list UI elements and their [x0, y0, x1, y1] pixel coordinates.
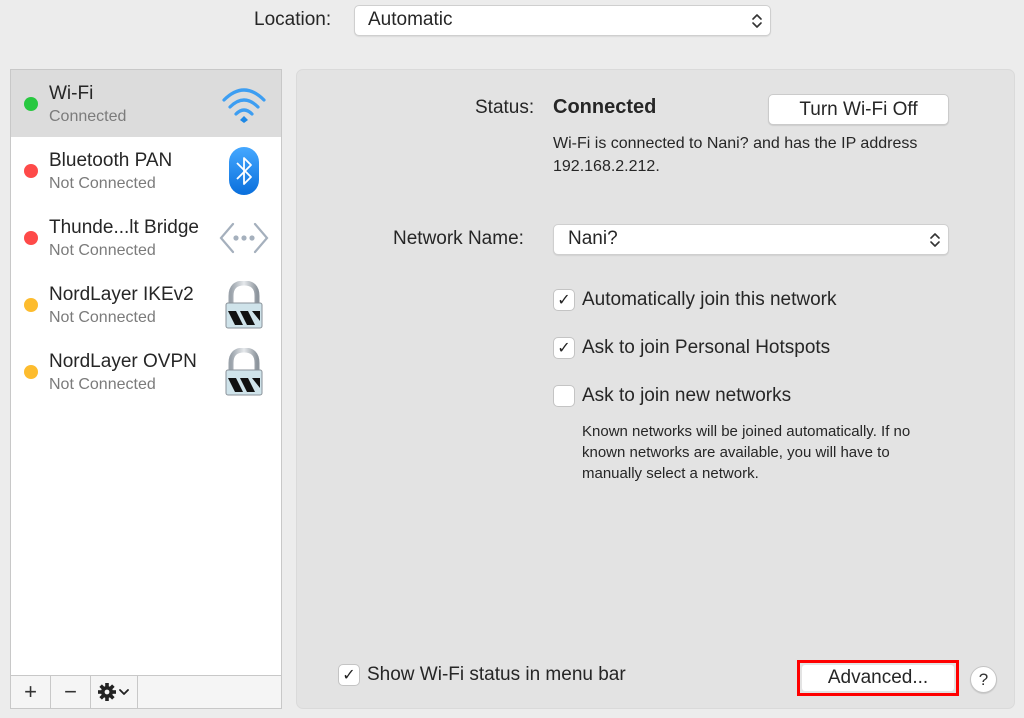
- updown-chevron-icon: [752, 13, 762, 28]
- status-dot: [24, 365, 38, 379]
- add-service-button[interactable]: +: [11, 676, 51, 708]
- status-label: Status:: [475, 97, 535, 118]
- auto-join-checkbox[interactable]: ✓: [553, 289, 575, 311]
- service-state: Not Connected: [49, 175, 156, 192]
- ask-new-networks-checkbox[interactable]: [553, 385, 575, 407]
- network-name-popup[interactable]: Nani?: [553, 224, 949, 255]
- service-state: Not Connected: [49, 242, 156, 259]
- location-popup[interactable]: Automatic: [354, 5, 771, 36]
- status-dot: [24, 97, 38, 111]
- service-state: Connected: [49, 108, 127, 125]
- auto-join-option[interactable]: ✓ Automatically join this network: [553, 289, 837, 311]
- ask-new-networks-label: Ask to join new networks: [582, 385, 792, 406]
- personal-hotspots-label: Ask to join Personal Hotspots: [582, 337, 831, 358]
- show-wifi-status-label: Show Wi-Fi status in menu bar: [367, 664, 626, 685]
- show-wifi-status-checkbox[interactable]: ✓: [338, 664, 360, 686]
- thunderbolt-bridge-icon: [219, 222, 269, 254]
- service-state: Not Connected: [49, 376, 156, 393]
- status-value: Connected: [553, 96, 657, 118]
- vpn-lock-icon: [225, 348, 263, 396]
- service-name: Bluetooth PAN: [49, 150, 173, 171]
- location-value: Automatic: [368, 9, 453, 30]
- service-item-bluetooth-pan[interactable]: Bluetooth PAN Not Connected: [11, 137, 281, 204]
- service-item-nordlayer-ikev2[interactable]: NordLayer IKEv2 Not Connected: [11, 271, 281, 338]
- personal-hotspots-checkbox[interactable]: ✓: [553, 337, 575, 359]
- personal-hotspots-option[interactable]: ✓ Ask to join Personal Hotspots: [553, 337, 830, 359]
- service-name: Thunde...lt Bridge: [49, 217, 199, 238]
- service-actions-button[interactable]: [91, 676, 138, 708]
- status-dot: [24, 164, 38, 178]
- gear-icon: [98, 683, 129, 701]
- location-label: Location:: [254, 9, 332, 30]
- show-wifi-status-option[interactable]: ✓ Show Wi-Fi status in menu bar: [338, 664, 626, 686]
- service-state: Not Connected: [49, 309, 156, 326]
- auto-join-label: Automatically join this network: [582, 289, 837, 310]
- service-name: NordLayer OVPN: [49, 351, 197, 372]
- status-dot: [24, 231, 38, 245]
- status-description: Wi-Fi is connected to Nani? and has the …: [553, 135, 918, 175]
- service-item-thunderbolt-bridge[interactable]: Thunde...lt Bridge Not Connected: [11, 204, 281, 271]
- remove-service-button[interactable]: −: [51, 676, 91, 708]
- updown-chevron-icon: [930, 232, 940, 247]
- network-service-list[interactable]: Wi-Fi Connected Bluetooth PAN Not Connec…: [10, 69, 282, 709]
- service-item-nordlayer-ovpn[interactable]: NordLayer OVPN Not Connected: [11, 338, 281, 405]
- help-button[interactable]: ?: [970, 666, 997, 693]
- bluetooth-icon: [229, 147, 259, 195]
- advanced-button[interactable]: Advanced...: [802, 665, 954, 691]
- service-name: Wi-Fi: [49, 83, 94, 104]
- vpn-lock-icon: [225, 281, 263, 329]
- network-name-value: Nani?: [568, 228, 618, 249]
- network-name-label: Network Name:: [393, 228, 524, 249]
- wifi-icon: [222, 88, 266, 123]
- service-item-wifi[interactable]: Wi-Fi Connected: [11, 70, 281, 137]
- turn-wifi-off-button[interactable]: Turn Wi-Fi Off: [768, 94, 949, 125]
- ask-new-networks-option[interactable]: Ask to join new networks: [553, 385, 791, 407]
- status-dot: [24, 298, 38, 312]
- service-name: NordLayer IKEv2: [49, 284, 194, 305]
- chevron-down-icon: [119, 689, 129, 695]
- ask-new-networks-hint: Known networks will be joined automatica…: [582, 423, 911, 482]
- service-list-toolbar: + −: [11, 675, 281, 708]
